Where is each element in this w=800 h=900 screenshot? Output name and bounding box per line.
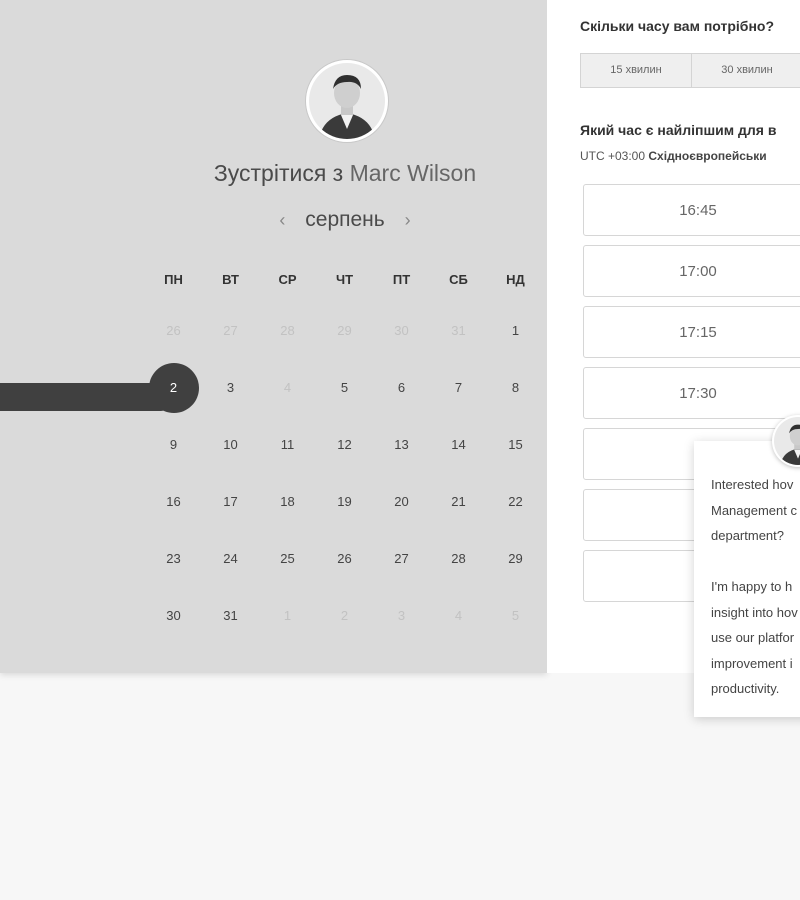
weekday-label: ЧТ xyxy=(335,272,354,287)
calendar-day[interactable]: 9 xyxy=(145,423,202,467)
calendar-grid: ПН ВТ СР ЧТ ПТ СБ НД 26 27 28 29 30 31 1… xyxy=(145,258,544,644)
calendar-day[interactable]: 19 xyxy=(316,480,373,524)
calendar-day-outside: 1 xyxy=(283,607,292,623)
weekday-label: ПН xyxy=(164,272,183,287)
calendar-week: 2 3 4 5 6 7 8 xyxy=(145,359,544,416)
calendar-day[interactable]: 20 xyxy=(373,480,430,524)
calendar-day[interactable]: 5 xyxy=(316,366,373,410)
calendar-day[interactable]: 12 xyxy=(316,423,373,467)
calendar-week: 23 24 25 26 27 28 29 xyxy=(145,530,544,587)
calendar-day[interactable]: 31 xyxy=(202,594,259,638)
calendar-day[interactable]: 18 xyxy=(259,480,316,524)
selected-day-label: 2 xyxy=(148,362,199,413)
timezone-label[interactable]: UTC +03:00 Східноєвропейськи xyxy=(580,149,767,163)
calendar-week: 9 10 11 12 13 14 15 xyxy=(145,416,544,473)
duration-question: Скільки часу вам потрібно? xyxy=(580,18,775,34)
calendar-day[interactable]: 26 xyxy=(316,537,373,581)
calendar-day-outside: 2 xyxy=(340,607,349,623)
calendar-day[interactable]: 27 xyxy=(373,537,430,581)
meeting-title-prefix: Зустрітися з xyxy=(213,160,344,186)
calendar-day-outside: 30 xyxy=(394,322,409,338)
chat-line: productivity. xyxy=(711,681,780,696)
calendar-day[interactable]: 13 xyxy=(373,423,430,467)
time-question: Який час є найліпшим для в xyxy=(580,122,777,138)
calendar-day-outside: 5 xyxy=(511,607,520,623)
calendar-day[interactable]: 17 xyxy=(202,480,259,524)
calendar-day-outside: 27 xyxy=(223,322,238,338)
weekday-header: ПН ВТ СР ЧТ ПТ СБ НД xyxy=(145,258,544,302)
calendar-day[interactable]: 28 xyxy=(430,537,487,581)
duration-option-15[interactable]: 15 хвилин xyxy=(581,54,692,87)
weekday-label: ПТ xyxy=(392,272,411,287)
chat-line: Management c xyxy=(711,502,797,518)
calendar-day[interactable]: 6 xyxy=(373,366,430,410)
calendar-day[interactable]: 10 xyxy=(202,423,259,467)
calendar-day[interactable]: 14 xyxy=(430,423,487,467)
chat-line: department? xyxy=(711,528,784,543)
calendar-day-outside: 26 xyxy=(166,322,181,338)
calendar-day[interactable]: 8 xyxy=(487,366,544,410)
timezone-name: Східноєвропейськи xyxy=(648,149,767,163)
calendar-day-outside: 29 xyxy=(337,322,352,338)
calendar-day[interactable]: 11 xyxy=(259,423,316,467)
time-slot[interactable]: 16:45 xyxy=(583,184,800,236)
duration-option-30[interactable]: 30 хвилин xyxy=(692,54,800,87)
time-slot[interactable]: 17:00 xyxy=(583,245,800,297)
time-slot[interactable]: 17:15 xyxy=(583,306,800,358)
time-slot[interactable]: 17:30 xyxy=(583,367,800,419)
calendar-panel: Зустрітися з Marc Wilson ‹ серпень › ПН … xyxy=(0,0,547,673)
weekday-label: СР xyxy=(278,272,297,287)
chevron-left-icon[interactable]: ‹ xyxy=(265,210,299,230)
calendar-day[interactable]: 21 xyxy=(430,480,487,524)
chat-message-paragraph: Interested hov Management c department? xyxy=(711,472,800,549)
chevron-right-icon[interactable]: › xyxy=(391,210,425,230)
calendar-day[interactable]: 3 xyxy=(202,366,259,410)
calendar-day[interactable]: 25 xyxy=(259,537,316,581)
calendar-day[interactable]: 1 xyxy=(487,309,544,353)
calendar-week: 30 31 1 2 3 4 5 xyxy=(145,587,544,644)
calendar-week: 26 27 28 29 30 31 1 xyxy=(145,302,544,359)
chat-line: Interested hov xyxy=(711,477,794,492)
chat-line: improvement i xyxy=(711,655,793,671)
chat-popup[interactable]: Interested hov Management c department? … xyxy=(694,441,800,717)
month-label: серпень xyxy=(305,208,385,231)
calendar-day[interactable]: 15 xyxy=(487,423,544,467)
weekday-label: СБ xyxy=(449,272,468,287)
host-name: Marc Wilson xyxy=(349,160,477,186)
calendar-day-outside: 3 xyxy=(397,607,406,623)
timezone-offset: UTC +03:00 xyxy=(580,149,646,163)
calendar-day-outside: 28 xyxy=(280,322,295,338)
weekday-label: НД xyxy=(506,272,525,287)
calendar-day[interactable]: 7 xyxy=(430,366,487,410)
chat-line: insight into hov xyxy=(711,604,798,620)
chat-line: use our platfor xyxy=(711,630,795,645)
chat-line: I'm happy to h xyxy=(711,579,793,594)
calendar-week: 16 17 18 19 20 21 22 xyxy=(145,473,544,530)
calendar-day-disabled: 4 xyxy=(283,379,292,395)
calendar-day[interactable]: 23 xyxy=(145,537,202,581)
chat-message-paragraph: I'm happy to h insight into hov use our … xyxy=(711,574,800,702)
calendar-day-outside: 4 xyxy=(454,607,463,623)
calendar-day[interactable]: 22 xyxy=(487,480,544,524)
calendar-day-selected[interactable]: 2 xyxy=(145,362,202,413)
calendar-day[interactable]: 29 xyxy=(487,537,544,581)
host-avatar xyxy=(306,60,388,142)
calendar-day[interactable]: 30 xyxy=(145,594,202,638)
duration-selector: 15 хвилин 30 хвилин xyxy=(580,53,800,88)
calendar-day[interactable]: 16 xyxy=(145,480,202,524)
weekday-label: ВТ xyxy=(222,272,239,287)
calendar-day-outside: 31 xyxy=(451,322,466,338)
calendar-day[interactable]: 24 xyxy=(202,537,259,581)
